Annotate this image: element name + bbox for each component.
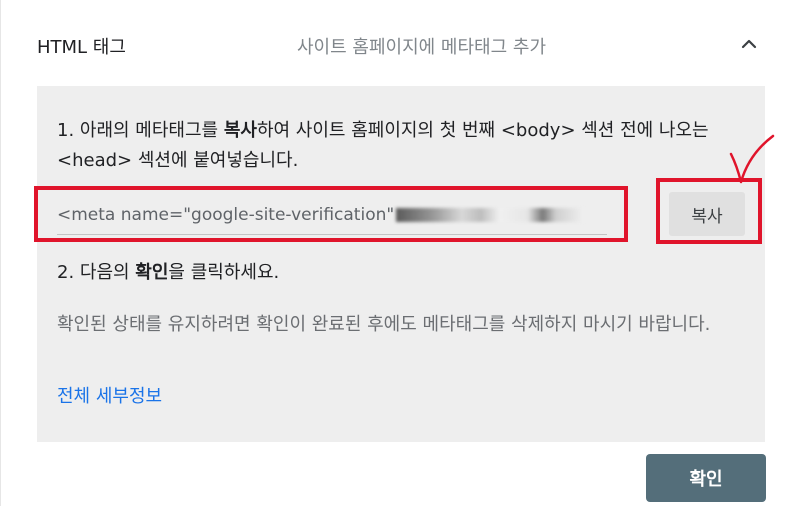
confirm-button[interactable]: 확인 [646, 454, 766, 502]
step1-prefix: 1. 아래의 메타태그를 [57, 120, 224, 141]
step1-bold: 복사 [223, 120, 257, 141]
step2-suffix: 을 클릭하세요. [168, 262, 280, 283]
step2-prefix: 2. 다음의 [57, 262, 136, 283]
verification-card: HTML 태그 사이트 홈페이지에 메타태그 추가 1. 아래의 메타태그를 복… [0, 0, 800, 506]
collapse-button[interactable] [735, 30, 763, 58]
instructions-panel: 1. 아래의 메타태그를 복사하여 사이트 홈페이지의 첫 번째 <body> … [37, 86, 765, 442]
step2-bold: 확인 [135, 262, 169, 283]
full-details-link[interactable]: 전체 세부정보 [57, 382, 162, 408]
annotation-check-icon [729, 134, 775, 184]
method-subtitle: 사이트 홈페이지에 메타태그 추가 [297, 37, 547, 58]
method-title: HTML 태그 [37, 37, 126, 58]
step2-text: 2. 다음의 확인을 클릭하세요. [57, 258, 747, 288]
keep-tag-note: 확인된 상태를 유지하려면 확인이 완료된 후에도 메타태그를 삭제하지 마시기… [57, 314, 711, 335]
chevron-up-icon [741, 39, 757, 49]
annotation-box-meta [34, 186, 628, 242]
step1-text: 1. 아래의 메타태그를 복사하여 사이트 홈페이지의 첫 번째 <body> … [57, 116, 747, 176]
card-header[interactable]: HTML 태그 사이트 홈페이지에 메타태그 추가 [1, 0, 800, 86]
